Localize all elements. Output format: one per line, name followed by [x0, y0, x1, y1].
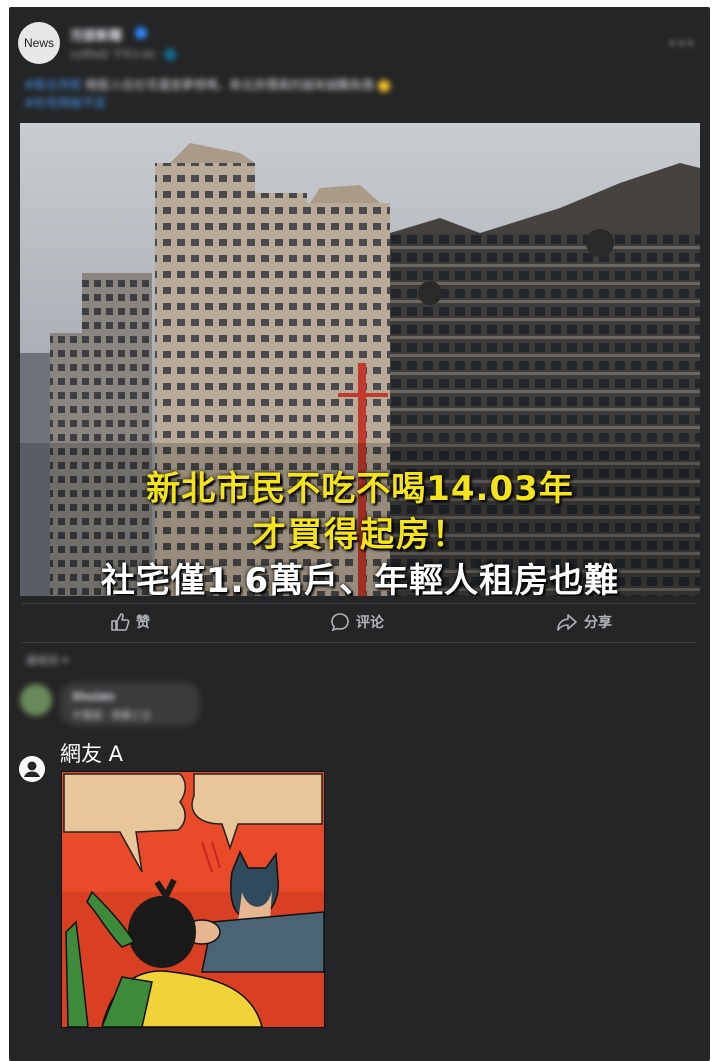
- like-button[interactable]: 赞: [110, 612, 150, 632]
- share-arrow-icon: [557, 614, 577, 631]
- verified-badge-icon: [135, 27, 147, 39]
- divider: [22, 603, 697, 604]
- comment-text: 不要跳 · 想要三五: [72, 711, 152, 722]
- comment-sort-dropdown[interactable]: 最相关 ▾: [26, 652, 68, 668]
- headline-line-2: 才買得起房！: [252, 515, 468, 555]
- user-profile-icon[interactable]: [19, 756, 45, 782]
- more-horizontal-icon[interactable]: •••: [668, 36, 696, 52]
- commenter-name-a[interactable]: 網友 A: [60, 738, 123, 768]
- emoji-icon: [377, 79, 390, 92]
- caption-hashtag-2[interactable]: #社宅供給不足: [24, 96, 106, 110]
- page-avatar[interactable]: News: [18, 22, 60, 64]
- meme-image[interactable]: [61, 771, 325, 1028]
- page-name[interactable]: 污拔新聞: [70, 25, 122, 44]
- headline-line-1: 新北市民不吃不喝14.03年: [146, 469, 574, 509]
- post-caption: #新北市民 輕鬆入住社宅還是夢想嗎，新北房價真的越來越難負擔 #社宅供給不足: [24, 76, 664, 112]
- commenter-name[interactable]: Shuian: [72, 690, 115, 703]
- share-button[interactable]: 分享: [556, 612, 612, 632]
- comment-button[interactable]: 评论: [330, 612, 384, 632]
- post-image[interactable]: 新北市民不吃不喝14.03年 才買得起房！ 社宅僅1.6萬戶、年輕人租房也難: [20, 123, 700, 596]
- thumbs-up-icon: [111, 613, 130, 631]
- share-label: 分享: [584, 615, 612, 631]
- comment-bubble-icon: [331, 613, 349, 632]
- like-label: 赞: [136, 615, 150, 631]
- divider: [22, 642, 697, 643]
- comment-label: 评论: [356, 615, 384, 631]
- page-avatar-text: News: [23, 36, 54, 50]
- caption-hashtag-1[interactable]: #新北市民: [24, 78, 82, 92]
- caption-text: 輕鬆入住社宅還是夢想嗎，新北房價真的越來越難負擔: [82, 78, 374, 92]
- headline-line-3: 社宅僅1.6萬戶、年輕人租房也難: [100, 561, 620, 596]
- commenter-avatar[interactable]: [20, 684, 52, 716]
- post-timestamp[interactable]: 10月9日 下午2:45 · 🌐: [70, 46, 177, 61]
